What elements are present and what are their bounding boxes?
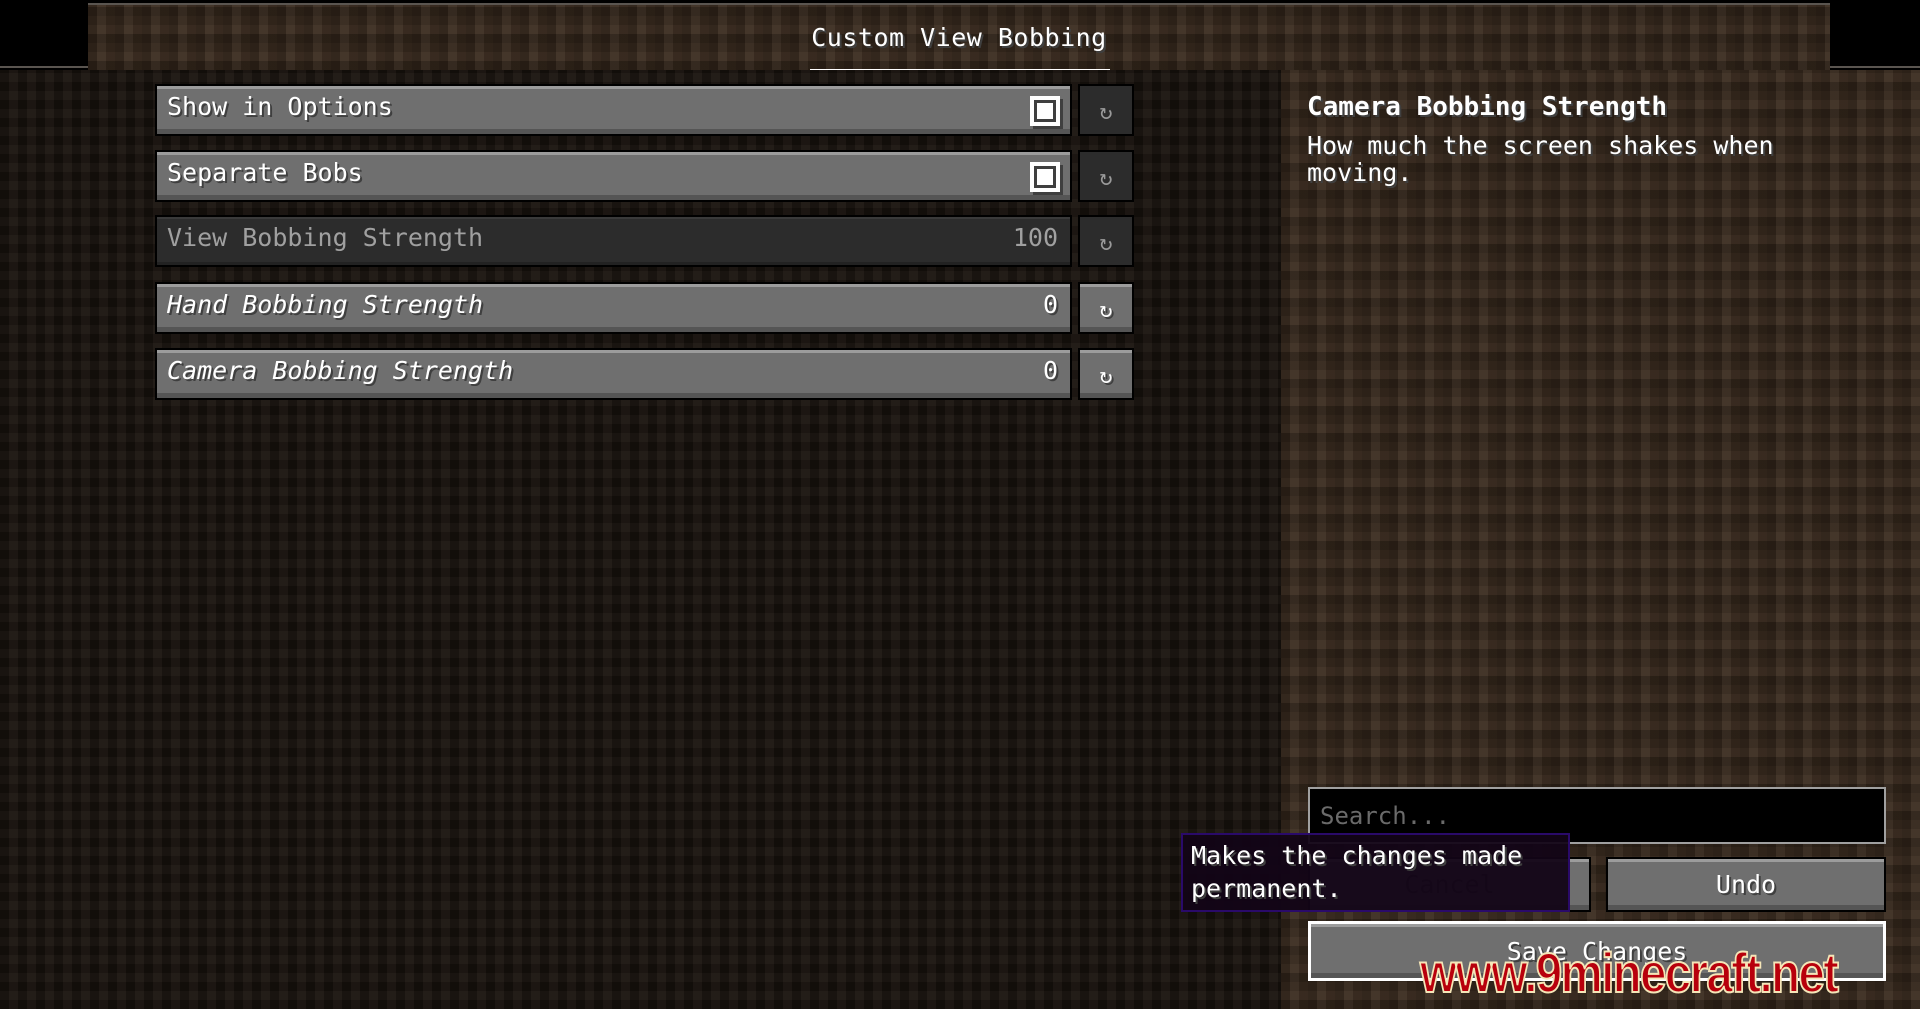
tab-custom-view-bobbing[interactable]: Custom View Bobbing: [808, 23, 1110, 52]
option-label: Camera Bobbing Strength: [167, 356, 514, 385]
reset-button[interactable]: ↻: [1078, 150, 1134, 202]
checkbox-checked-icon[interactable]: [1030, 162, 1060, 192]
header-divider-left: [0, 66, 88, 68]
reset-icon: ↻: [1099, 165, 1113, 191]
option-slider-disabled[interactable]: View Bobbing Strength 100: [155, 215, 1072, 267]
option-row-show-in-options: Show in Options ↻: [155, 84, 1135, 138]
options-list-pane[interactable]: Show in Options ↻ Separate Bobs ↻ View B…: [0, 70, 1281, 1009]
option-label: Show in Options: [167, 92, 393, 121]
undo-label: Undo: [1715, 870, 1777, 899]
reset-button[interactable]: ↻: [1078, 348, 1134, 400]
option-label: Hand Bobbing Strength: [167, 290, 484, 319]
option-value: 0: [1042, 290, 1058, 319]
option-value: 0: [1042, 356, 1058, 385]
option-row-hand-bobbing-strength: Hand Bobbing Strength 0 ↻: [155, 282, 1135, 336]
option-row-camera-bobbing-strength: Camera Bobbing Strength 0 ↻: [155, 348, 1135, 402]
option-slider[interactable]: Hand Bobbing Strength 0: [155, 282, 1072, 334]
option-button[interactable]: Show in Options: [155, 84, 1072, 136]
reset-icon: ↻: [1099, 99, 1113, 125]
tooltip: Makes the changes made permanent.: [1181, 833, 1570, 912]
description-body: How much the screen shakes when moving.: [1307, 131, 1774, 187]
option-label: Separate Bobs: [167, 158, 363, 187]
reset-icon: ↻: [1099, 297, 1113, 323]
option-button[interactable]: Separate Bobs: [155, 150, 1072, 202]
header-tab-bar: Custom View Bobbing: [88, 3, 1830, 72]
option-value: 100: [1012, 223, 1058, 252]
reset-button[interactable]: ↻: [1078, 215, 1134, 267]
option-slider[interactable]: Camera Bobbing Strength 0: [155, 348, 1072, 400]
reset-icon: ↻: [1099, 363, 1113, 389]
reset-button[interactable]: ↻: [1078, 84, 1134, 136]
description-title: Camera Bobbing Strength: [1307, 92, 1668, 122]
reset-button[interactable]: ↻: [1078, 282, 1134, 334]
checkbox-checked-icon[interactable]: [1030, 96, 1060, 126]
watermark: www.9minecraft.net: [1419, 940, 1840, 1005]
option-row-view-bobbing-strength: View Bobbing Strength 100 ↻: [155, 215, 1135, 269]
reset-icon: ↻: [1099, 230, 1113, 256]
header-divider-right: [1830, 66, 1920, 68]
undo-button[interactable]: Undo: [1606, 857, 1886, 912]
option-row-separate-bobs: Separate Bobs ↻: [155, 150, 1135, 204]
option-label: View Bobbing Strength: [167, 223, 484, 252]
content-area: Show in Options ↻ Separate Bobs ↻ View B…: [0, 70, 1920, 1009]
